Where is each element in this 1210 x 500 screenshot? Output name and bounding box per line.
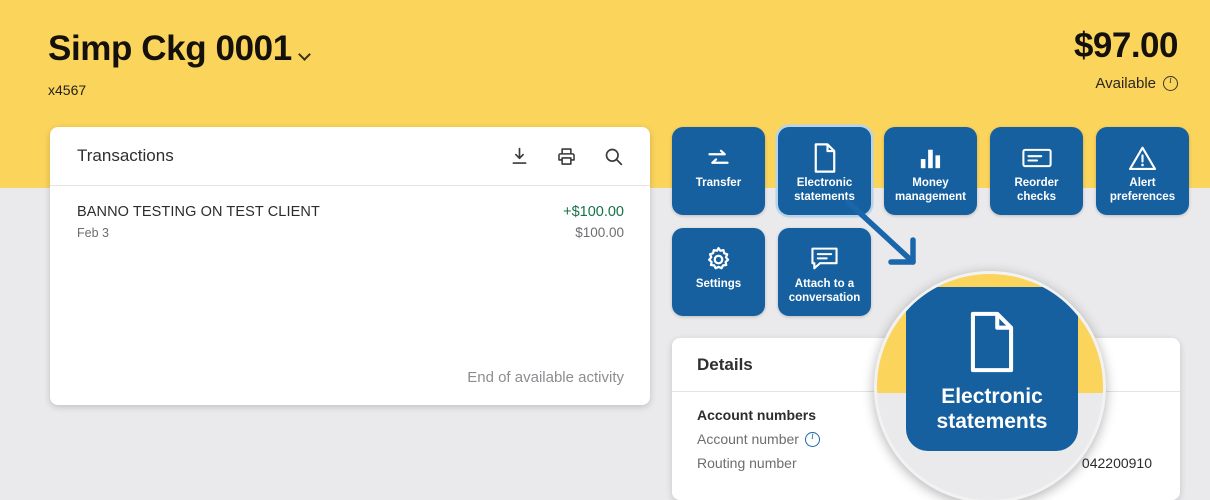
details-title: Details bbox=[697, 354, 753, 374]
transfer-arrows-icon bbox=[705, 141, 732, 175]
quick-actions-row-1: Transfer Electronic statements Money man… bbox=[672, 127, 1189, 215]
tile-reorder-checks[interactable]: Reorder checks bbox=[990, 127, 1083, 215]
transactions-header: Transactions bbox=[50, 127, 650, 186]
balance-amount: $97.00 bbox=[1073, 26, 1179, 65]
transactions-footer: End of available activity bbox=[467, 369, 624, 386]
chat-bubble-icon bbox=[810, 242, 839, 276]
gear-icon bbox=[704, 242, 733, 276]
transaction-amount: +$100.00 bbox=[563, 204, 624, 220]
magnifier-callout: Electronic statements bbox=[874, 271, 1106, 500]
search-icon[interactable] bbox=[603, 146, 624, 167]
warning-triangle-icon bbox=[1128, 141, 1157, 175]
info-icon[interactable] bbox=[804, 431, 820, 447]
transactions-title: Transactions bbox=[77, 146, 174, 165]
transaction-date: Feb 3 bbox=[77, 226, 109, 240]
routing-number-label: Routing number bbox=[697, 455, 797, 471]
magnified-tile-label: Electronic statements bbox=[936, 385, 1048, 433]
tile-money-management[interactable]: Money management bbox=[884, 127, 977, 215]
download-icon[interactable] bbox=[509, 146, 530, 167]
account-title-dropdown[interactable]: Simp Ckg 0001 bbox=[48, 28, 311, 70]
account-number-label: Account number bbox=[697, 431, 799, 447]
account-mask: x4567 bbox=[48, 82, 87, 98]
table-row[interactable]: BANNO TESTING ON TEST CLIENT +$100.00 Fe… bbox=[50, 186, 650, 240]
info-icon[interactable] bbox=[1163, 75, 1178, 91]
balance-label: Available bbox=[1095, 75, 1156, 92]
page-root: Simp Ckg 0001 x4567 $97.00 Available Tra… bbox=[0, 0, 1210, 500]
transactions-toolbar bbox=[509, 146, 624, 167]
transactions-card: Transactions BANNO TESTING ON TEST CLIEN… bbox=[50, 127, 650, 405]
page-title: Simp Ckg 0001 bbox=[48, 29, 292, 68]
magnified-tile-electronic-statements[interactable]: Electronic statements bbox=[906, 287, 1078, 451]
transaction-balance: $100.00 bbox=[575, 225, 624, 240]
print-icon[interactable] bbox=[556, 146, 577, 167]
routing-number-value: 042200910 bbox=[1081, 455, 1152, 471]
tile-settings[interactable]: Settings bbox=[672, 228, 765, 316]
document-icon bbox=[965, 311, 1019, 378]
balance-label-group: Available bbox=[1095, 75, 1178, 92]
tile-label: Settings bbox=[695, 278, 742, 290]
tile-label: Attach to a conversation bbox=[788, 278, 861, 304]
bar-chart-icon bbox=[917, 141, 944, 175]
document-icon bbox=[812, 141, 838, 175]
tile-label: Money management bbox=[895, 177, 966, 203]
check-card-icon bbox=[1021, 141, 1052, 175]
tile-alert-preferences[interactable]: Alert preferences bbox=[1096, 127, 1189, 215]
transaction-description: BANNO TESTING ON TEST CLIENT bbox=[77, 204, 320, 220]
tile-label: Electronic statements bbox=[794, 177, 855, 203]
chevron-down-icon[interactable] bbox=[300, 50, 311, 61]
tile-label: Alert preferences bbox=[1109, 177, 1176, 203]
tile-transfer[interactable]: Transfer bbox=[672, 127, 765, 215]
tile-label: Transfer bbox=[695, 177, 742, 189]
tile-label: Reorder checks bbox=[1014, 177, 1059, 203]
tile-attach-to-conversation[interactable]: Attach to a conversation bbox=[778, 228, 871, 316]
tile-electronic-statements[interactable]: Electronic statements bbox=[778, 127, 871, 215]
